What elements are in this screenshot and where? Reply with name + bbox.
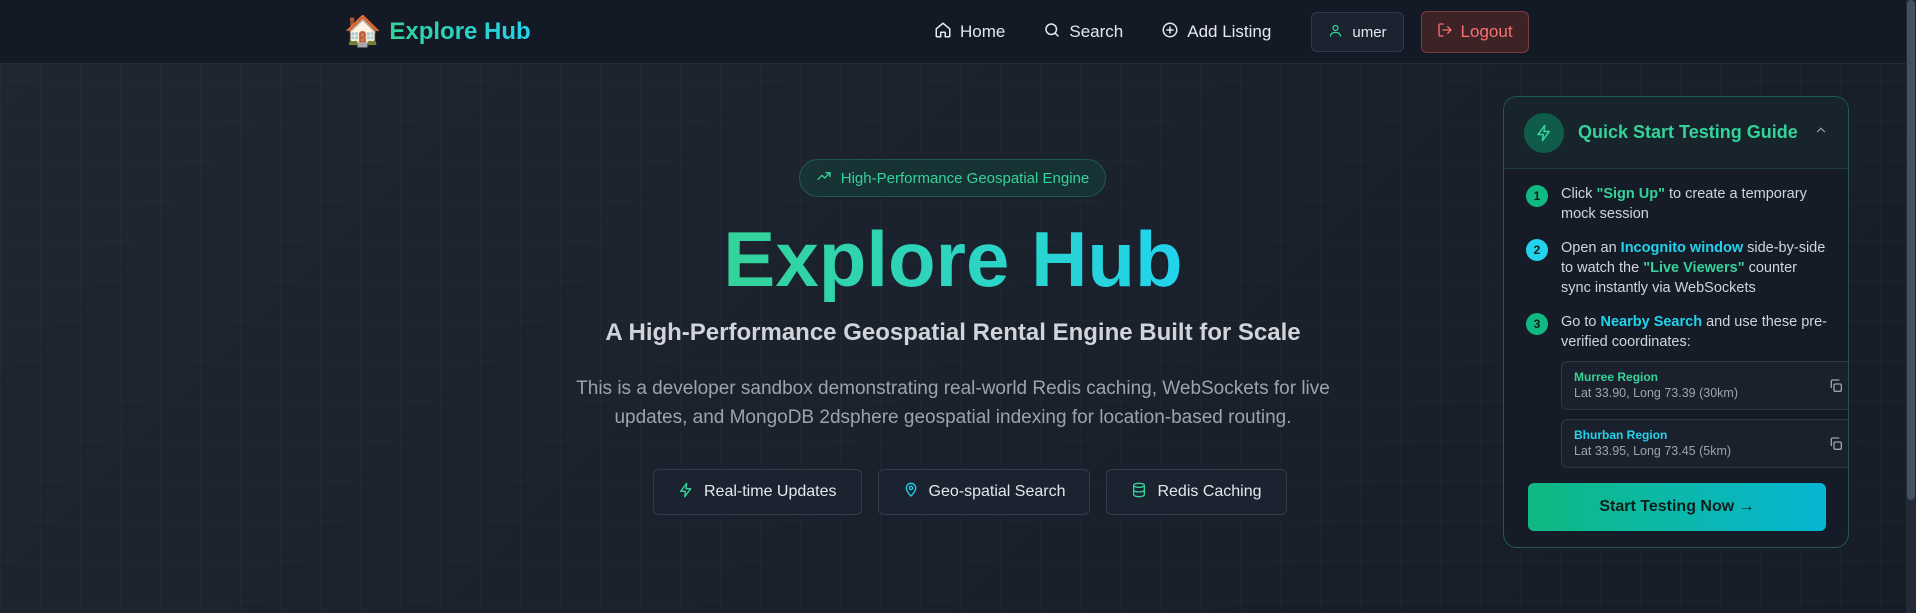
guide-steps: 1 Click "Sign Up" to create a temporary … bbox=[1504, 169, 1848, 468]
brand-name: Explore Hub bbox=[389, 18, 531, 45]
step-text: Open an Incognito window side-by-side to… bbox=[1561, 238, 1828, 298]
guide-step-3: 3 Go to Nearby Search and use these pre-… bbox=[1526, 312, 1828, 352]
coordinate-name: Murree Region bbox=[1574, 370, 1659, 384]
step-number: 3 bbox=[1526, 313, 1548, 335]
logout-button[interactable]: Logout bbox=[1420, 11, 1529, 53]
brand-logo-link[interactable]: 🏠 Explore Hub bbox=[344, 14, 531, 50]
step-highlight: Incognito window bbox=[1620, 240, 1744, 256]
quick-start-guide-card: Quick Start Testing Guide 1 Click "Sign … bbox=[1503, 96, 1849, 548]
feature-geospatial-search: Geo-spatial Search bbox=[877, 469, 1091, 515]
guide-step-2: 2 Open an Incognito window side-by-side … bbox=[1526, 238, 1828, 298]
copy-icon[interactable] bbox=[1828, 378, 1844, 394]
plus-circle-icon bbox=[1161, 21, 1179, 44]
user-icon bbox=[1328, 23, 1343, 42]
coordinate-detail: Lat 33.90, Long 73.39 (30km) bbox=[1574, 386, 1739, 400]
user-profile-button[interactable]: umer bbox=[1311, 12, 1404, 52]
map-pin-icon bbox=[903, 482, 919, 503]
step-highlight: "Live Viewers" bbox=[1643, 260, 1745, 276]
step-number: 2 bbox=[1526, 239, 1548, 261]
step-text-part: Go to bbox=[1561, 314, 1601, 330]
database-icon bbox=[1131, 482, 1147, 503]
feature-redis-caching: Redis Caching bbox=[1106, 469, 1287, 515]
nav-home-label: Home bbox=[960, 22, 1006, 41]
step-number: 1 bbox=[1526, 185, 1548, 207]
user-name: umer bbox=[1352, 23, 1387, 41]
logout-label: Logout bbox=[1460, 22, 1513, 41]
nav-add-listing-label: Add Listing bbox=[1187, 22, 1272, 41]
hero-badge-text: High-Performance Geospatial Engine bbox=[840, 169, 1090, 187]
hero-badge: High-Performance Geospatial Engine bbox=[799, 159, 1106, 197]
page-scrollbar[interactable] bbox=[1906, 0, 1916, 613]
trending-up-icon bbox=[816, 168, 832, 188]
feature-label: Real-time Updates bbox=[704, 483, 837, 500]
nav-search-label: Search bbox=[1069, 22, 1124, 41]
logout-icon bbox=[1437, 22, 1453, 43]
zap-icon bbox=[1524, 112, 1564, 153]
top-navbar: 🏠 Explore Hub Home Search Add Listing um… bbox=[0, 0, 1916, 64]
step-highlight: Nearby Search bbox=[1600, 314, 1703, 330]
nav-add-listing-link[interactable]: Add Listing bbox=[1147, 11, 1285, 53]
step-text-part: Open an bbox=[1561, 240, 1621, 256]
scrollbar-thumb[interactable] bbox=[1907, 0, 1915, 500]
feature-label: Geo-spatial Search bbox=[928, 483, 1066, 500]
nav-links: Home Search Add Listing umer Logout bbox=[920, 11, 1529, 53]
guide-step-1: 1 Click "Sign Up" to create a temporary … bbox=[1526, 184, 1828, 224]
home-icon bbox=[934, 21, 952, 44]
feature-pills: Real-time Updates Geo-spatial Search Red… bbox=[653, 469, 1287, 515]
coordinate-card-bhurban: Bhurban Region Lat 33.95, Long 73.45 (5k… bbox=[1561, 419, 1848, 468]
guide-header-toggle[interactable]: Quick Start Testing Guide bbox=[1504, 97, 1848, 169]
guide-title: Quick Start Testing Guide bbox=[1578, 122, 1798, 142]
nav-home-link[interactable]: Home bbox=[920, 11, 1019, 53]
house-icon: 🏠 bbox=[344, 14, 382, 49]
search-icon bbox=[1043, 21, 1061, 44]
coordinate-card-murree: Murree Region Lat 33.90, Long 73.39 (30k… bbox=[1561, 361, 1848, 410]
nav-search-link[interactable]: Search bbox=[1029, 11, 1137, 53]
start-testing-button[interactable]: Start Testing Now → bbox=[1528, 483, 1826, 531]
chevron-up-icon[interactable] bbox=[1814, 123, 1828, 142]
step-highlight: "Sign Up" bbox=[1596, 186, 1665, 202]
hero-title-text: Explore Hub bbox=[723, 215, 1183, 303]
hero-description: This is a developer sandbox demonstratin… bbox=[576, 378, 1330, 428]
copy-icon[interactable] bbox=[1828, 436, 1844, 452]
step-text: Go to Nearby Search and use these pre-ve… bbox=[1561, 312, 1828, 352]
feature-label: Redis Caching bbox=[1157, 483, 1262, 500]
coordinate-detail: Lat 33.95, Long 73.45 (5km) bbox=[1574, 444, 1732, 458]
feature-realtime-updates: Real-time Updates bbox=[653, 469, 862, 515]
coordinate-name: Bhurban Region bbox=[1574, 428, 1668, 442]
step-text-part: Click bbox=[1561, 186, 1597, 202]
step-text: Click "Sign Up" to create a temporary mo… bbox=[1561, 184, 1828, 224]
zap-icon bbox=[678, 482, 694, 503]
